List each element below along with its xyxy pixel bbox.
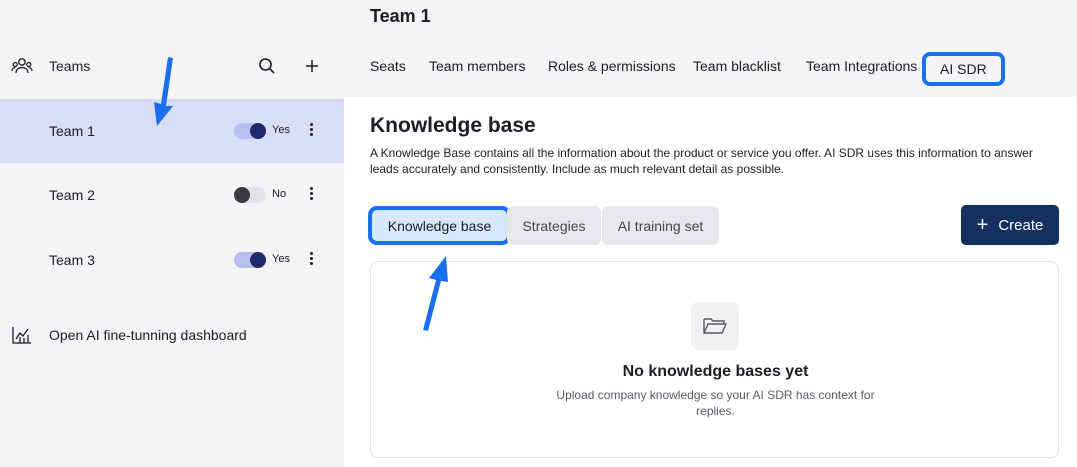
page-title: Team 1 [370, 6, 431, 26]
create-button[interactable]: + Create [961, 205, 1059, 245]
chart-icon [12, 327, 31, 344]
team-name: Team 2 [49, 187, 95, 203]
teams-icon [11, 58, 33, 74]
team-row-team-1[interactable]: Team 1 Yes [0, 99, 344, 163]
team-row-team-3[interactable]: Team 3 Yes [0, 228, 344, 292]
empty-state-title: No knowledge bases yet [622, 363, 809, 380]
team-name: Team 3 [49, 252, 95, 268]
subtab-ai-training-set[interactable]: AI training set [602, 206, 719, 245]
toggle-label: No [272, 188, 287, 200]
folder-icon-container [691, 302, 739, 350]
tab-team-members[interactable]: Team members [429, 58, 525, 74]
sidebar-header: Teams [0, 40, 344, 92]
subtab-knowledge-base[interactable]: Knowledge base [368, 206, 511, 245]
tab-roles-permissions[interactable]: Roles & permissions [548, 58, 676, 74]
search-icon[interactable] [257, 56, 277, 76]
toggle-label: Yes [272, 253, 290, 265]
plus-icon: + [976, 214, 989, 236]
tab-team-integrations[interactable]: Team Integrations [806, 58, 917, 74]
plus-icon[interactable] [302, 56, 322, 76]
empty-state-card: No knowledge bases yet Upload company kn… [370, 261, 1059, 458]
kebab-icon[interactable] [304, 250, 318, 270]
create-button-label: Create [998, 216, 1044, 234]
kebab-icon[interactable] [304, 121, 318, 141]
team-enabled-toggle[interactable] [234, 252, 266, 268]
fine-tuning-dashboard-link[interactable]: Open AI fine-tunning dashboard [0, 318, 344, 352]
team-row-team-2[interactable]: Team 2 No [0, 163, 344, 227]
dashboard-link-label: Open AI fine-tunning dashboard [49, 327, 247, 343]
tab-seats[interactable]: Seats [370, 58, 406, 74]
section-title: Knowledge base [370, 114, 536, 137]
tab-team-blacklist[interactable]: Team blacklist [693, 58, 781, 74]
sidebar-title: Teams [49, 58, 91, 74]
team-name: Team 1 [49, 123, 95, 139]
empty-state-description: Upload company knowledge so your AI SDR … [556, 388, 875, 418]
team-enabled-toggle[interactable] [234, 123, 266, 139]
team-header: Team 1 Seats Team members Roles & permis… [344, 0, 1077, 97]
sidebar: Teams Team 1 Yes Team 2 No Team 3 Yes Op… [0, 0, 344, 467]
toggle-label: Yes [272, 124, 290, 136]
kebab-icon[interactable] [304, 185, 318, 205]
folder-icon [703, 318, 728, 334]
tab-ai-sdr[interactable]: AI SDR [922, 52, 1005, 86]
section-description: A Knowledge Base contains all the inform… [370, 146, 1033, 176]
subtab-strategies[interactable]: Strategies [507, 206, 601, 245]
team-enabled-toggle[interactable] [234, 187, 266, 203]
